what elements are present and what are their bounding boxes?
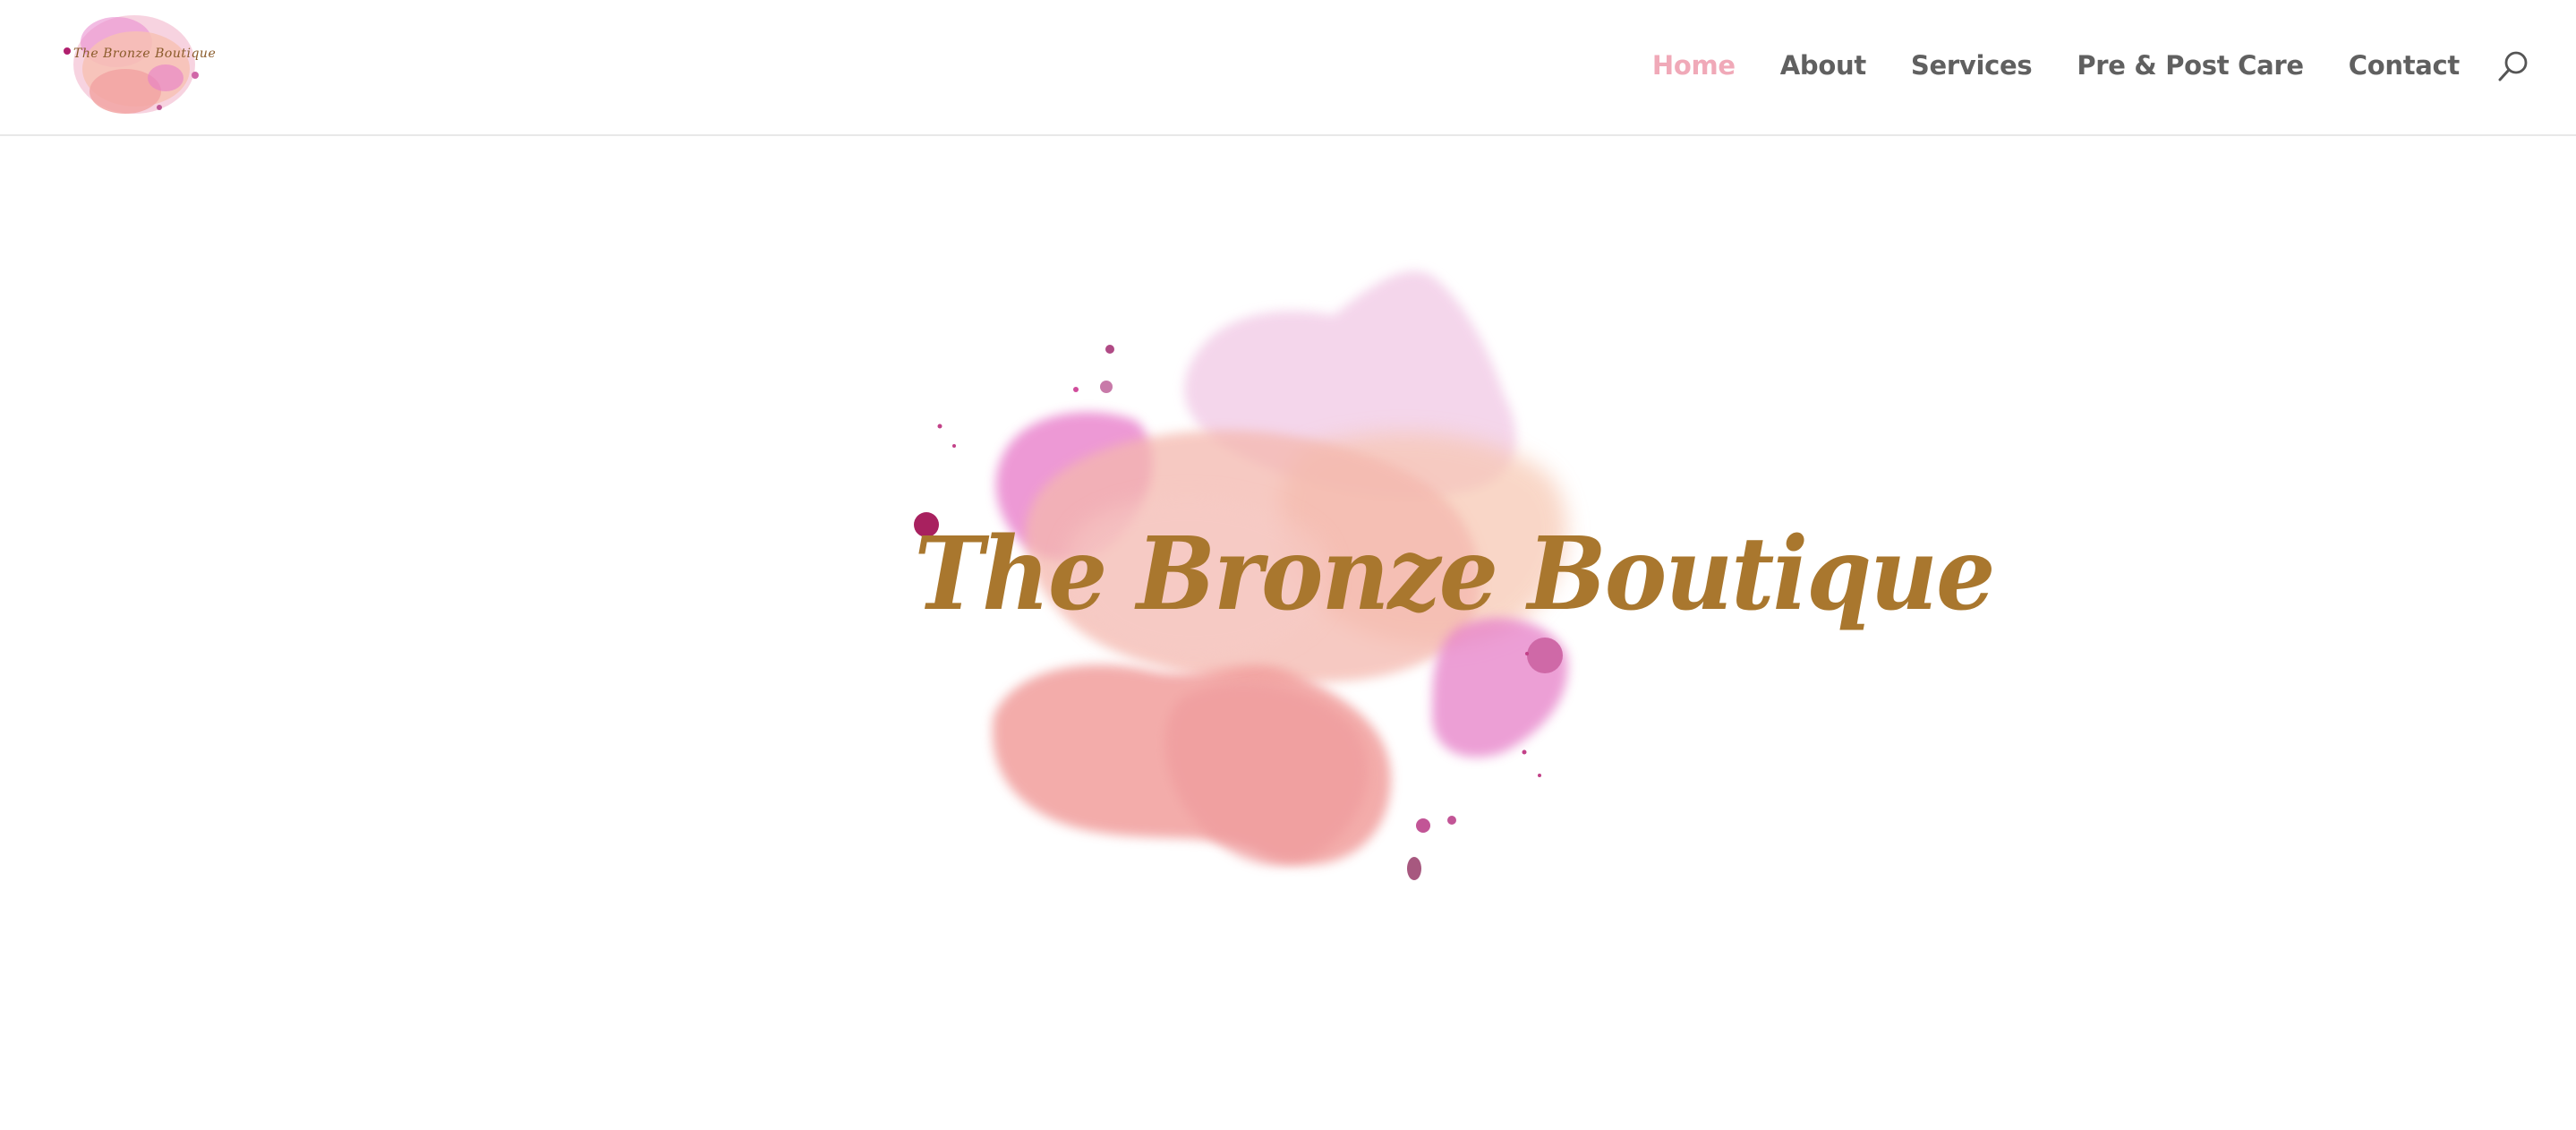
hero-logo: The Bronze Boutique (886, 251, 1996, 895)
site-logo[interactable]: The Bronze Boutique (54, 2, 217, 124)
site-header: The Bronze Boutique Home About Services … (0, 0, 2576, 136)
nav-pre-post-care[interactable]: Pre & Post Care (2077, 50, 2304, 81)
nav-home[interactable]: Home (1652, 50, 1736, 81)
nav-contact[interactable]: Contact (2349, 50, 2461, 81)
main-nav: Home About Services Pre & Post Care Cont… (1608, 0, 2460, 131)
brand-name: The Bronze Boutique (914, 516, 1996, 633)
nav-about[interactable]: About (1780, 50, 1866, 81)
search-button[interactable] (2495, 48, 2531, 84)
logo-text: The Bronze Boutique (73, 47, 217, 61)
search-icon (2498, 51, 2528, 81)
logo-splash-graphic (64, 15, 199, 114)
nav-services[interactable]: Services (1911, 50, 2033, 81)
